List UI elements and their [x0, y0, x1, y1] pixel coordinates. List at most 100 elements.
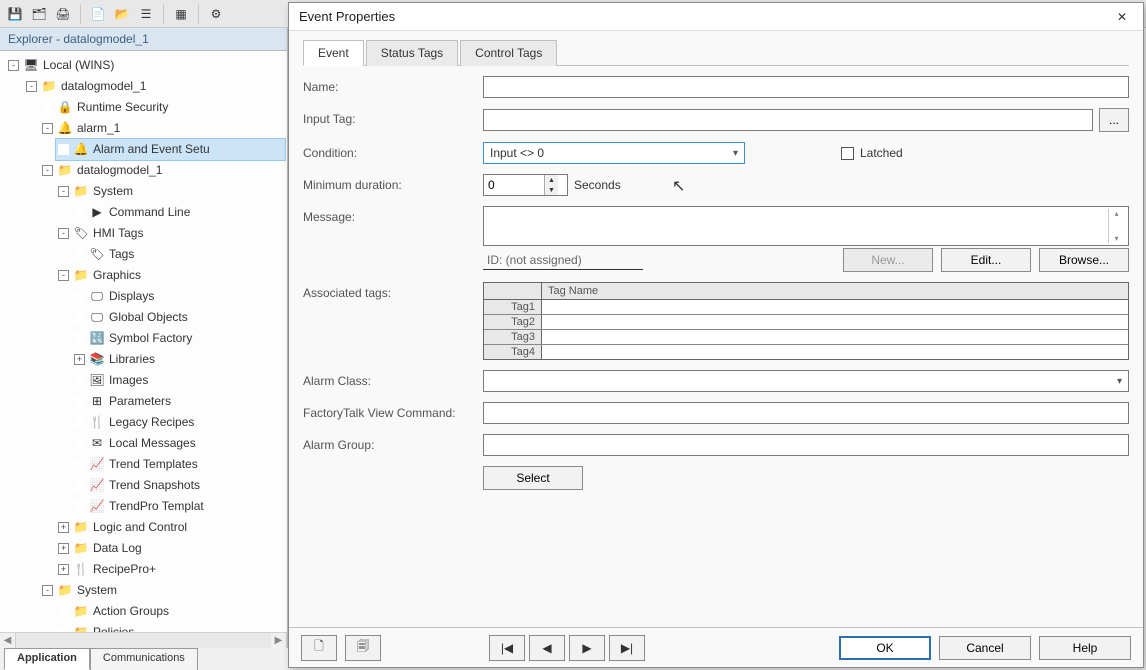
expand-icon[interactable]: - [58, 228, 69, 239]
tree-item[interactable]: 🔒Runtime Security [40, 97, 285, 118]
tree-item[interactable]: 🍴Legacy Recipes [72, 412, 285, 433]
scroll-right-icon[interactable]: ▶ [271, 633, 287, 648]
tab-application[interactable]: Application [4, 648, 90, 670]
tree-item[interactable]: -🔔alarm_1 [40, 118, 285, 139]
browse-message-button[interactable]: Browse... [1039, 248, 1129, 272]
cancel-button[interactable]: Cancel [939, 636, 1031, 660]
tree-item[interactable]: 📈Trend Templates [72, 454, 285, 475]
tree-item[interactable]: 📈Trend Snapshots [72, 475, 285, 496]
toolbar-misc-icon[interactable]: ⚙ [205, 3, 227, 25]
close-icon[interactable]: ✕ [1107, 6, 1137, 28]
last-icon[interactable]: ▶| [609, 635, 645, 661]
toolbar-saveall-icon[interactable]: 🗂 [28, 3, 50, 25]
tag-row-cell[interactable] [542, 300, 1128, 314]
toolbar-new-icon[interactable]: 📄 [87, 3, 109, 25]
tree-item[interactable]: +📁Data Log [56, 538, 285, 559]
select-button[interactable]: Select [483, 466, 583, 490]
tree-item[interactable]: 🖼Images [72, 370, 285, 391]
input-tag-input[interactable] [483, 109, 1093, 131]
tree-item[interactable]: 🔣Symbol Factory [72, 328, 285, 349]
tag-row[interactable]: Tag1 [484, 300, 1128, 315]
tag-row-cell[interactable] [542, 315, 1128, 329]
duration-input[interactable] [484, 178, 544, 192]
ok-button[interactable]: OK [839, 636, 931, 660]
scroll-up-icon[interactable]: ▴ [1109, 209, 1124, 218]
name-input[interactable] [483, 76, 1129, 98]
scroll-down-icon[interactable]: ▾ [1109, 234, 1124, 243]
tab-status-tags[interactable]: Status Tags [366, 40, 458, 66]
tree-item[interactable]: 🖵Displays [72, 286, 285, 307]
tree-item[interactable]: -📁Graphics [56, 265, 285, 286]
tree-item[interactable]: -🏷HMI Tags [56, 223, 285, 244]
tree-item[interactable]: 📁Policies [56, 622, 285, 632]
tree-item-label: Displays [109, 287, 154, 306]
tree-item[interactable]: 📁Action Groups [56, 601, 285, 622]
tree-item[interactable]: ✉Local Messages [72, 433, 285, 454]
toolbar-save-icon[interactable]: 💾 [4, 3, 26, 25]
tree-item[interactable]: ⊞Parameters [72, 391, 285, 412]
tree-item[interactable]: -📁System [56, 181, 285, 202]
scroll-left-icon[interactable]: ◀ [0, 633, 16, 648]
new-message-button[interactable]: New... [843, 248, 933, 272]
tab-event[interactable]: Event [303, 40, 364, 66]
tree-item[interactable]: +📚Libraries [72, 349, 285, 370]
expand-icon[interactable]: - [8, 60, 19, 71]
message-textarea[interactable] [488, 209, 1108, 243]
help-button[interactable]: Help [1039, 636, 1131, 660]
tag-header-name: Tag Name [542, 283, 1128, 299]
tree-root[interactable]: - 🖥 Local (WINS) [6, 55, 285, 76]
associated-tags-table[interactable]: Tag Name Tag1Tag2Tag3Tag4 [483, 282, 1129, 360]
explorer-tree[interactable]: - 🖥 Local (WINS) -📁datalogmodel_1🔒Runtim… [0, 51, 287, 632]
event-properties-dialog: Event Properties ✕ Event Status Tags Con… [288, 2, 1144, 668]
condition-combo[interactable]: Input <> 0 ▾ [483, 142, 745, 164]
edit-message-button[interactable]: Edit... [941, 248, 1031, 272]
computer-icon: 🖥 [23, 59, 39, 73]
browse-tag-button[interactable]: ... [1099, 108, 1129, 132]
first-icon[interactable]: |◀ [489, 635, 525, 661]
tag-row[interactable]: Tag3 [484, 330, 1128, 345]
tree-item[interactable]: 📈TrendPro Templat [72, 496, 285, 517]
new-record-icon[interactable]: 🗋 [301, 635, 337, 661]
expand-icon[interactable]: + [58, 564, 69, 575]
tag-row-cell[interactable] [542, 345, 1128, 359]
expand-icon[interactable]: - [42, 165, 53, 176]
tag-row-cell[interactable] [542, 330, 1128, 344]
tree-item[interactable]: 🏷Tags [72, 244, 285, 265]
expand-icon[interactable]: + [58, 543, 69, 554]
tree-item[interactable]: 🔔Alarm and Event Setu [56, 139, 285, 160]
tree-item[interactable]: +🍴RecipePro+ [56, 559, 285, 580]
tree-item[interactable]: -📁datalogmodel_1 [40, 160, 285, 181]
tree-item[interactable]: ▶Command Line [72, 202, 285, 223]
toolbar-grid-icon[interactable]: ▦ [170, 3, 192, 25]
latched-checkbox[interactable] [841, 147, 854, 160]
copy-record-icon[interactable]: 🗐 [345, 635, 381, 661]
tab-communications[interactable]: Communications [90, 648, 198, 670]
explorer-hscroll[interactable]: ◀ ▶ [0, 632, 287, 648]
tree-item[interactable]: 🖵Global Objects [72, 307, 285, 328]
tab-control-tags[interactable]: Control Tags [460, 40, 557, 66]
tree-item[interactable]: -📁System [40, 580, 285, 601]
expand-icon[interactable]: - [58, 270, 69, 281]
next-icon[interactable]: ▶ [569, 635, 605, 661]
tree-item[interactable]: -📁datalogmodel_1 [24, 76, 285, 97]
tree-item-icon: 🖵 [89, 311, 105, 325]
prev-icon[interactable]: ◀ [529, 635, 565, 661]
spin-up-icon[interactable]: ▲ [545, 175, 558, 185]
duration-spinner[interactable]: ▲ ▼ [483, 174, 568, 196]
expand-icon[interactable]: + [58, 522, 69, 533]
expand-icon[interactable]: - [58, 186, 69, 197]
spin-down-icon[interactable]: ▼ [545, 185, 558, 195]
tag-row[interactable]: Tag4 [484, 345, 1128, 359]
toolbar-list-icon[interactable]: ☰ [135, 3, 157, 25]
expand-icon[interactable]: - [42, 585, 53, 596]
alarm-group-input[interactable] [483, 434, 1129, 456]
alarm-class-combo[interactable]: ▾ [483, 370, 1129, 392]
tag-row[interactable]: Tag2 [484, 315, 1128, 330]
expand-icon[interactable]: - [26, 81, 37, 92]
expand-icon[interactable]: + [74, 354, 85, 365]
expand-icon[interactable]: - [42, 123, 53, 134]
toolbar-open-icon[interactable]: 📂 [111, 3, 133, 25]
toolbar-print-icon[interactable]: 🖨 [52, 3, 74, 25]
tree-item[interactable]: +📁Logic and Control [56, 517, 285, 538]
ft-command-input[interactable] [483, 402, 1129, 424]
